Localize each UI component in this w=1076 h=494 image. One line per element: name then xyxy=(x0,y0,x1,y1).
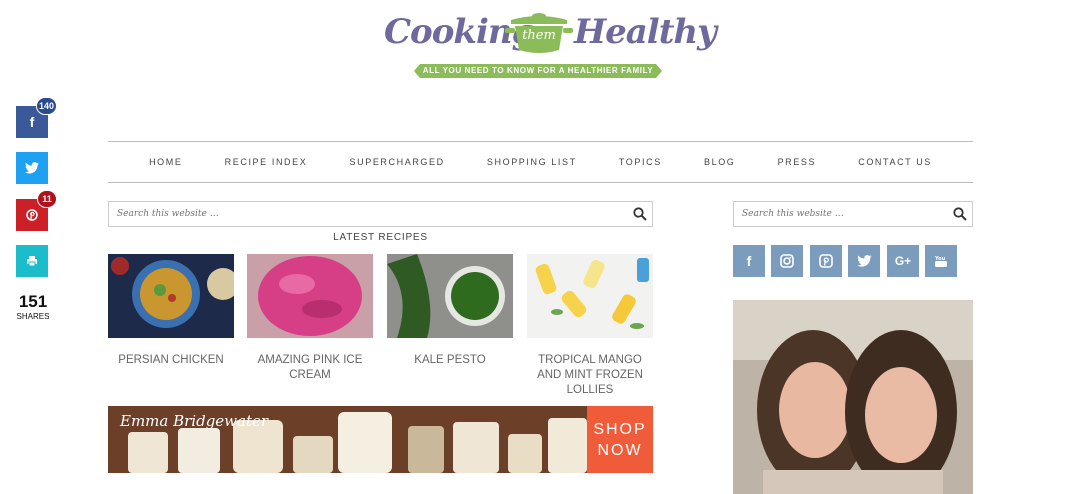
pinterest-icon xyxy=(819,254,833,268)
shop-now-button[interactable]: SHOP NOW xyxy=(587,406,653,473)
recipe-card[interactable]: TROPICAL MANGO AND MINT FROZEN LOLLIES xyxy=(527,254,653,398)
nav-item-press[interactable]: PRESS xyxy=(778,157,817,167)
instagram-icon xyxy=(780,254,794,268)
search-icon[interactable] xyxy=(633,207,647,221)
total-share-label: SHARES xyxy=(16,312,50,321)
recipe-image-mango-lollies[interactable] xyxy=(527,254,653,338)
share-facebook-button[interactable]: f 140 xyxy=(16,97,57,138)
print-button[interactable] xyxy=(16,245,48,277)
pinterest-share-count: 11 xyxy=(37,190,57,208)
follow-facebook-button[interactable]: f xyxy=(733,245,765,277)
pinterest-icon xyxy=(26,209,38,221)
logo-tagline: ALL YOU NEED TO KNOW FOR A HEALTHIER FAM… xyxy=(414,64,662,78)
logo-text-right: Healthy xyxy=(574,12,717,52)
recipe-image-persian-chicken[interactable] xyxy=(108,254,239,338)
recipe-title[interactable]: PERSIAN CHICKEN xyxy=(108,353,234,368)
twitter-icon xyxy=(25,162,39,174)
total-share-count: 151 xyxy=(18,292,48,311)
search-icon[interactable] xyxy=(953,207,967,221)
facebook-share-count: 140 xyxy=(35,97,57,115)
recipe-card[interactable]: AMAZING PINK ICE CREAM xyxy=(247,254,373,383)
logo-text-middle: them xyxy=(522,28,556,43)
shop-now-line2: NOW xyxy=(597,441,643,459)
recipe-title[interactable]: AMAZING PINK ICE CREAM xyxy=(247,353,373,383)
print-icon xyxy=(27,256,37,267)
recipe-image-pink-ice-cream[interactable] xyxy=(247,254,373,338)
share-pinterest-button[interactable]: 11 xyxy=(16,190,57,231)
nav-item-topics[interactable]: TOPICS xyxy=(619,157,662,167)
recipe-image-kale-pesto[interactable] xyxy=(387,254,513,338)
recipe-title[interactable]: KALE PESTO xyxy=(387,353,513,368)
latest-recipes-heading: LATEST RECIPES xyxy=(333,232,428,243)
nav-item-supercharged[interactable]: SUPERCHARGED xyxy=(350,157,445,167)
emma-bridgewater-ad-banner[interactable]: Emma Bridgewater SHOP NOW xyxy=(108,406,653,473)
follow-youtube-button[interactable]: You xyxy=(925,245,957,277)
nav-item-home[interactable]: HOME xyxy=(149,157,182,167)
nav-item-blog[interactable]: BLOG xyxy=(704,157,735,167)
recipe-card[interactable]: KALE PESTO xyxy=(387,254,513,368)
shop-now-line1: SHOP xyxy=(593,420,647,438)
facebook-icon: f xyxy=(746,253,752,269)
authors-photo xyxy=(733,300,973,494)
recipe-card[interactable]: PERSIAN CHICKEN xyxy=(108,254,239,368)
main-navigation: HOME RECIPE INDEX SUPERCHARGED SHOPPING … xyxy=(108,141,973,183)
twitter-icon xyxy=(856,255,872,267)
follow-twitter-button[interactable] xyxy=(848,245,880,277)
google-plus-icon: G+ xyxy=(894,254,912,268)
nav-item-recipe-index[interactable]: RECIPE INDEX xyxy=(225,157,308,167)
main-search-box xyxy=(108,201,653,227)
site-logo[interactable]: Cooking them Healthy ALL YOU NEED TO KNO… xyxy=(380,6,717,84)
ad-brand-name: Emma Bridgewater xyxy=(120,412,269,430)
recipe-title[interactable]: TROPICAL MANGO AND MINT FROZEN LOLLIES xyxy=(527,353,653,398)
youtube-icon: You xyxy=(934,256,947,267)
share-twitter-button[interactable] xyxy=(16,152,48,184)
nav-item-contact-us[interactable]: CONTACT US xyxy=(858,157,932,167)
follow-google-plus-button[interactable]: G+ xyxy=(887,245,919,277)
follow-pinterest-button[interactable] xyxy=(810,245,842,277)
nav-item-shopping-list[interactable]: SHOPPING LIST xyxy=(487,157,577,167)
facebook-icon: f xyxy=(29,114,35,130)
sidebar-search-box xyxy=(733,201,973,227)
sidebar-search-input[interactable] xyxy=(734,202,958,226)
main-search-input[interactable] xyxy=(109,202,638,226)
follow-instagram-button[interactable] xyxy=(771,245,803,277)
